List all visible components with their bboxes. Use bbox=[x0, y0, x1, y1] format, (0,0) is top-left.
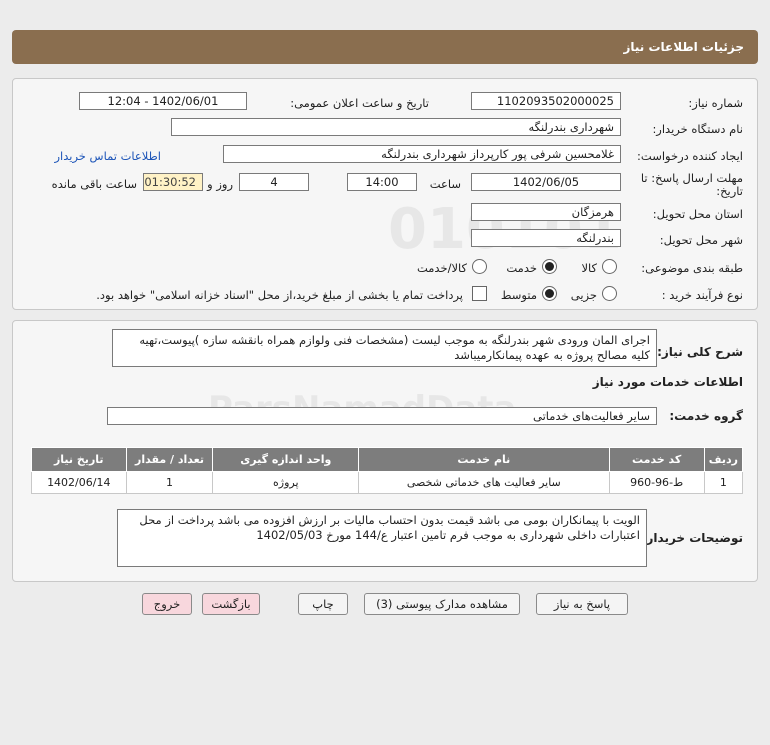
treasury-payment-note: پرداخت تمام یا بخشی از مبلغ خرید،از محل … bbox=[96, 288, 463, 302]
cell-service-name: سایر فعالیت های خدماتی شخصی bbox=[358, 471, 610, 494]
remaining-time-field: 01:30:52 bbox=[143, 173, 203, 191]
category-option-service: خدمت bbox=[506, 261, 537, 275]
buyer-contact-link[interactable]: اطلاعات تماس خریدار bbox=[54, 149, 161, 163]
days-label: روز و bbox=[207, 177, 233, 191]
category-label: طبقه بندی موضوعی: bbox=[641, 261, 743, 275]
col-service-name: نام خدمت bbox=[358, 447, 610, 472]
creator-field: غلامحسین شرفی پور کارپرداز شهرداری بندرل… bbox=[223, 145, 621, 163]
category-radio-goods-service[interactable] bbox=[472, 259, 487, 274]
need-description-panel: ParsNamadData شرح کلی نیاز: اجرای المان … bbox=[12, 320, 758, 582]
deadline-label: مهلت ارسال پاسخ: تا bbox=[640, 171, 743, 185]
description-field: اجرای المان ورودی شهر بندرلنگه به موجب ل… bbox=[112, 329, 657, 367]
province-label: استان محل تحویل: bbox=[652, 207, 743, 221]
deadline-time-field: 14:00 bbox=[347, 173, 417, 191]
description-label: شرح کلی نیاز: bbox=[657, 345, 743, 359]
need-number-label: شماره نیاز: bbox=[688, 96, 743, 110]
col-service-code: کد خدمت bbox=[608, 447, 705, 472]
col-quantity: تعداد / مقدار bbox=[125, 447, 214, 472]
cell-unit: پروژه bbox=[212, 471, 360, 494]
province-field: هرمزگان bbox=[471, 203, 621, 221]
treasury-checkbox[interactable] bbox=[472, 286, 487, 301]
category-option-goods-service: کالا/خدمت bbox=[416, 261, 467, 275]
col-need-date: تاریخ نیاز bbox=[31, 447, 127, 472]
need-number-field: 1102093502000025 bbox=[471, 92, 621, 110]
services-table: ردیف کد خدمت نام خدمت واحد اندازه گیری ت… bbox=[31, 447, 744, 494]
table-header-row: ردیف کد خدمت نام خدمت واحد اندازه گیری ت… bbox=[31, 447, 744, 472]
exit-button[interactable]: خروج bbox=[142, 593, 192, 615]
announce-label: تاریخ و ساعت اعلان عمومی: bbox=[290, 96, 429, 110]
process-option-medium: متوسط bbox=[500, 288, 537, 302]
city-label: شهر محل تحویل: bbox=[659, 233, 743, 247]
announce-datetime-field: 1402/06/01 - 12:04 bbox=[79, 92, 247, 110]
process-radio-minor[interactable] bbox=[602, 286, 617, 301]
deadline-time-label: ساعت bbox=[429, 177, 461, 191]
category-option-goods: کالا bbox=[581, 261, 597, 275]
buyer-notes-field: الویت با پیمانکاران بومی می باشد قیمت بد… bbox=[117, 509, 647, 567]
days-remaining-field: 4 bbox=[239, 173, 309, 191]
services-section-title: اطلاعات خدمات مورد نیاز bbox=[592, 375, 743, 389]
process-option-minor: جزیی bbox=[570, 288, 597, 302]
deadline-date-label: تاریخ: bbox=[716, 184, 743, 198]
page-title: جزئیات اطلاعات نیاز bbox=[623, 40, 744, 54]
col-unit: واحد اندازه گیری bbox=[212, 447, 360, 472]
cell-quantity: 1 bbox=[125, 471, 214, 494]
cell-row-number: 1 bbox=[703, 471, 744, 494]
service-group-field: سایر فعالیت‌های خدماتی bbox=[107, 407, 657, 425]
buyer-notes-label: توضیحات خریدار: bbox=[641, 531, 743, 545]
col-row-number: ردیف bbox=[703, 447, 744, 472]
buyer-org-label: نام دستگاه خریدار: bbox=[652, 122, 743, 136]
view-attachments-button[interactable]: مشاهده مدارک پیوستی (3) bbox=[364, 593, 520, 615]
deadline-date-field: 1402/06/05 bbox=[471, 173, 621, 191]
cell-need-date: 1402/06/14 bbox=[31, 471, 127, 494]
print-button[interactable]: چاپ bbox=[298, 593, 348, 615]
category-radio-goods[interactable] bbox=[602, 259, 617, 274]
remaining-label: ساعت باقی مانده bbox=[51, 177, 137, 191]
process-label: نوع فرآیند خرید : bbox=[661, 288, 743, 302]
service-group-label: گروه خدمت: bbox=[669, 409, 743, 423]
page-header: جزئیات اطلاعات نیاز bbox=[12, 30, 758, 64]
table-row: 1 ط-96-960 سایر فعالیت های خدماتی شخصی پ… bbox=[31, 471, 744, 494]
reply-button[interactable]: پاسخ به نیاز bbox=[536, 593, 628, 615]
city-field: بندرلنگه bbox=[471, 229, 621, 247]
cell-service-code: ط-96-960 bbox=[608, 471, 705, 494]
process-radio-medium[interactable] bbox=[542, 286, 557, 301]
creator-label: ایجاد کننده درخواست: bbox=[637, 149, 743, 163]
buyer-org-field: شهرداری بندرلنگه bbox=[171, 118, 621, 136]
need-info-panel: 010101 شماره نیاز: 1102093502000025 تاری… bbox=[12, 78, 758, 310]
category-radio-service[interactable] bbox=[542, 259, 557, 274]
back-button[interactable]: بازگشت bbox=[202, 593, 260, 615]
